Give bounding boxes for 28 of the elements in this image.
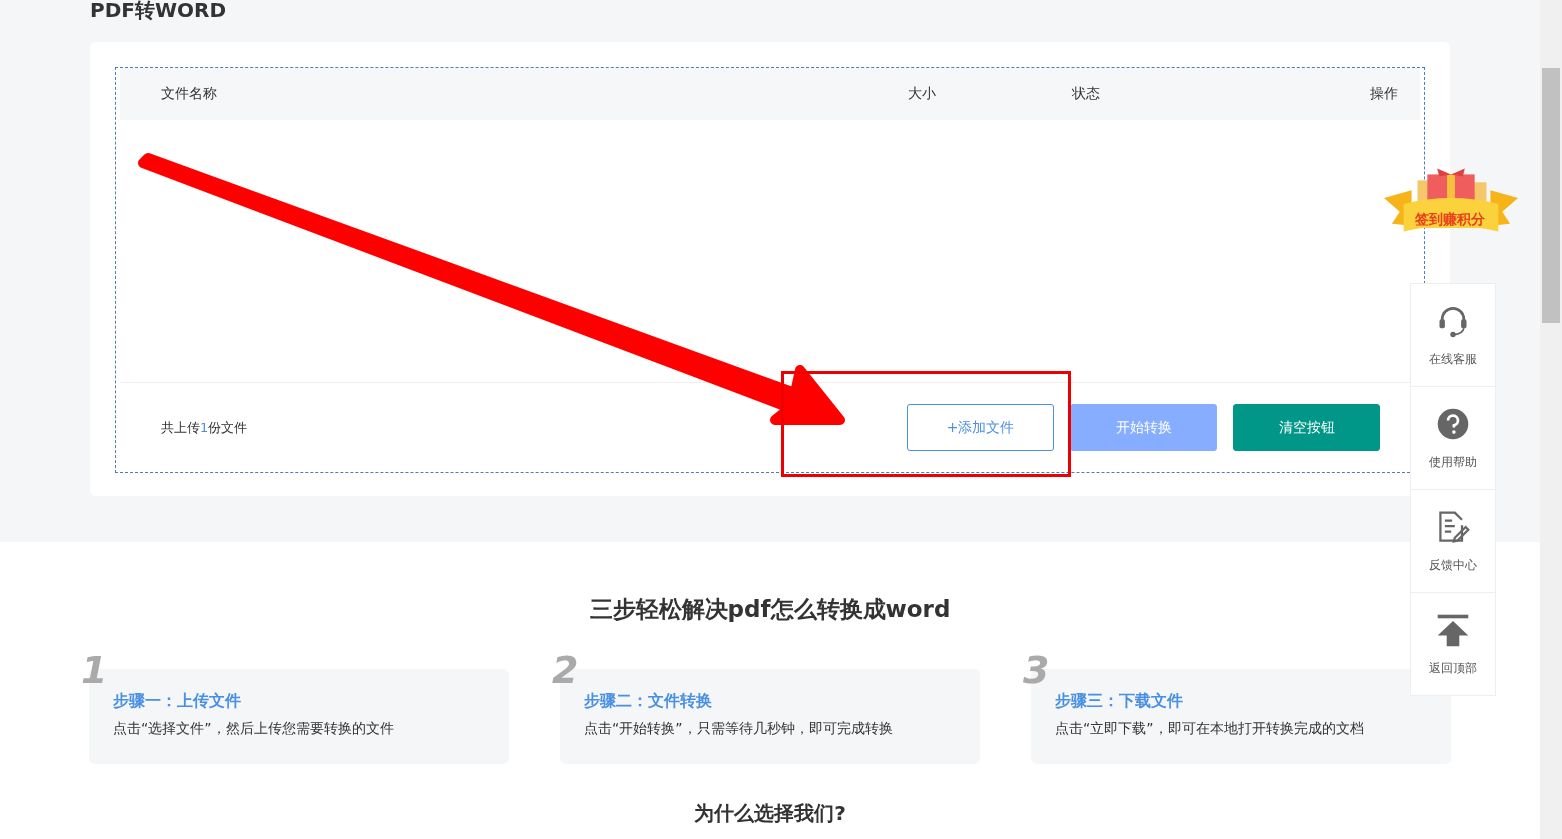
upload-count: 共上传1份文件 [161,418,248,437]
step-text: 点击“开始转换”，只需等待几秒钟，即可完成转换 [584,720,894,738]
toolbar-label[interactable]: 返回顶部 [1429,659,1477,677]
step-number: 1 [81,651,108,689]
step-title: 步骤三：下载文件 [1055,691,1184,712]
column-header: 操作 [1370,85,1398,103]
step-number: 3 [1023,651,1050,689]
toolbar-item[interactable]: 反馈中心 [1411,490,1495,593]
toolbar-item[interactable]: 在线客服 [1411,284,1495,387]
action-button[interactable]: 清空按钮 [1233,404,1380,451]
toolbar-label[interactable]: 在线客服 [1429,350,1477,368]
column-header: 状态 [1072,85,1101,103]
column-header: 大小 [908,85,937,103]
section-title: 为什么选择我们? [694,800,846,827]
toolbar-label[interactable]: 使用帮助 [1429,453,1477,471]
step-title: 步骤二：文件转换 [584,691,713,712]
toolbar-item[interactable]: 返回顶部 [1411,593,1495,695]
section-title: 三步轻松解决pdf怎么转换成word [589,595,951,624]
step-text: 点击“选择文件”，然后上传您需要转换的文件 [113,720,395,738]
scrollbar-thumb[interactable] [1542,68,1560,323]
step-number: 2 [552,651,579,689]
page-title: PDF转WORD [90,0,227,24]
toolbar-label[interactable]: 反馈中心 [1429,556,1477,574]
step-title: 步骤一：上传文件 [113,691,242,712]
toolbar-item[interactable]: 使用帮助 [1411,387,1495,490]
scrollbar[interactable] [1540,0,1562,839]
step-text: 点击“立即下载”，即可在本地打开转换完成的文档 [1055,720,1365,738]
column-header: 文件名称 [161,85,218,103]
